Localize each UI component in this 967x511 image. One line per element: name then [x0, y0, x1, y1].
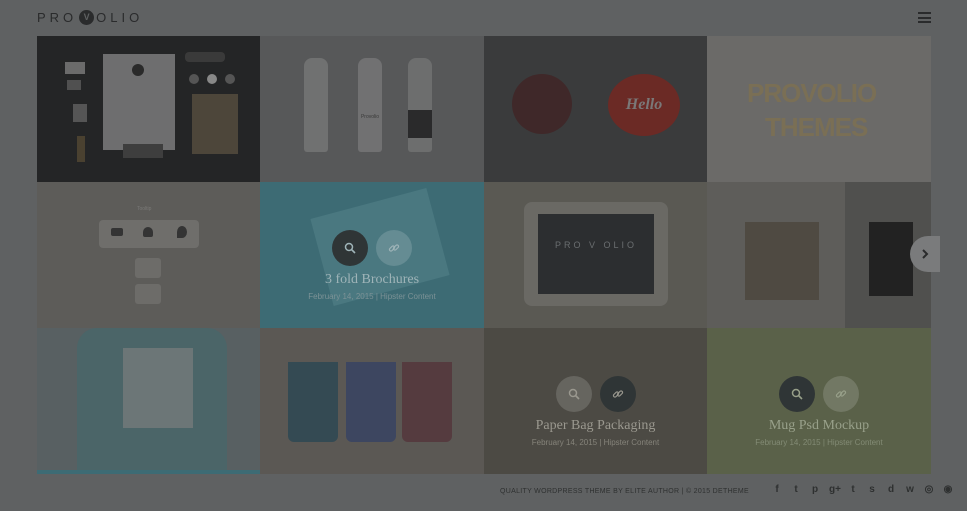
twitter-icon[interactable]: t: [791, 484, 801, 495]
tile-meta: February 14, 2015 | Hipster Content: [755, 438, 883, 447]
portfolio-tile-brochures[interactable]: 3 fold Brochures February 14, 2015 | Hip…: [260, 182, 484, 328]
wordpress-icon[interactable]: w: [905, 484, 915, 495]
instagram-icon[interactable]: ◎: [924, 484, 934, 495]
next-arrow-button[interactable]: [910, 236, 940, 272]
site-logo[interactable]: PRO V OLIO: [37, 10, 143, 25]
portfolio-tile-tshirt[interactable]: [37, 328, 260, 474]
tile-title[interactable]: Mug Psd Mockup: [707, 418, 931, 434]
tile-meta: February 14, 2015 | Hipster Content: [531, 438, 660, 447]
themes-line1: PROVOLIO: [747, 78, 877, 108]
logo-text-right: OLIO: [96, 10, 144, 25]
social-links: f t p g+ t s d w ◎ ◉: [772, 484, 953, 495]
search-icon[interactable]: [555, 376, 592, 412]
portfolio-tile-stationery[interactable]: [37, 36, 260, 182]
dribbble-icon[interactable]: d: [886, 484, 896, 495]
themes-line2: THEMES: [765, 112, 868, 142]
search-icon[interactable]: [332, 230, 368, 266]
link-icon[interactable]: [376, 230, 412, 266]
pinterest-icon[interactable]: p: [810, 484, 820, 495]
portfolio-tile-icons[interactable]: Tooltip: [37, 182, 260, 328]
dribbble-alt-icon[interactable]: ◉: [943, 484, 953, 495]
facebook-icon[interactable]: f: [772, 484, 782, 495]
tile-action-icons: [779, 376, 859, 412]
tablet-screen-logo: PRO V OLIO: [554, 240, 637, 250]
tumblr-icon[interactable]: t: [848, 484, 858, 495]
tile-title[interactable]: Paper Bag Packaging: [484, 418, 707, 434]
site-header: PRO V OLIO: [0, 0, 967, 36]
link-icon[interactable]: [599, 376, 636, 412]
logo-text-left: PRO: [37, 10, 78, 25]
portfolio-tile-bottles[interactable]: Provolio: [260, 36, 484, 182]
tile-action-icons: [332, 230, 412, 266]
hamburger-menu-icon[interactable]: [918, 12, 931, 23]
portfolio-tile-provolio-themes[interactable]: PROVOLIO THEMES: [707, 36, 931, 182]
portfolio-tile-buttons[interactable]: Hello: [484, 36, 707, 182]
portfolio-tile-cups[interactable]: [260, 328, 484, 474]
portfolio-tile-bag[interactable]: [707, 182, 931, 328]
footer-credit: QUALITY WORDPRESS THEME BY ELITE AUTHOR …: [500, 488, 749, 495]
portfolio-tile-tablet[interactable]: PRO V OLIO: [484, 182, 707, 328]
portfolio-tile-mug[interactable]: Mug Psd Mockup February 14, 2015 | Hipst…: [707, 328, 931, 474]
tile-action-icons: [555, 376, 636, 412]
portfolio-tile-paper-bag[interactable]: Paper Bag Packaging February 14, 2015 | …: [484, 328, 707, 474]
chevron-right-icon: [922, 249, 929, 259]
stumbleupon-icon[interactable]: s: [867, 484, 877, 495]
tile-meta: February 14, 2015 | Hipster Content: [308, 292, 436, 301]
button-hello-text: Hello: [625, 96, 663, 113]
bottle-label: Provolio: [360, 114, 380, 120]
search-icon[interactable]: [779, 376, 815, 412]
icons-tooltip-label: Tooltip: [137, 206, 152, 212]
tile-title[interactable]: 3 fold Brochures: [260, 272, 484, 288]
portfolio-grid: Provolio Hello PROVOLIO THEMES Tooltip 3…: [37, 36, 931, 474]
google-plus-icon[interactable]: g+: [829, 484, 841, 495]
link-icon[interactable]: [823, 376, 859, 412]
logo-v-badge: V: [79, 10, 95, 25]
